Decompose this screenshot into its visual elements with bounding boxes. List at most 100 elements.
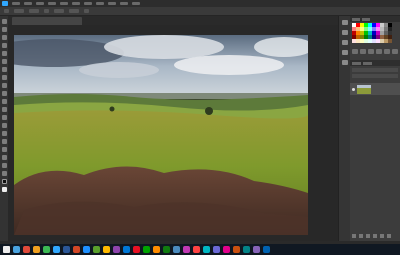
document-tab[interactable] <box>12 17 82 25</box>
exposure-icon[interactable] <box>376 49 382 54</box>
eraser-tool-icon[interactable] <box>1 99 7 104</box>
taskbar-app-icon[interactable] <box>113 246 120 253</box>
taskbar-app-icon[interactable] <box>53 246 60 253</box>
blend-mode-select[interactable] <box>352 74 398 78</box>
levels-icon[interactable] <box>360 49 366 54</box>
option-control[interactable] <box>29 9 39 13</box>
brush-tool-icon[interactable] <box>1 75 7 80</box>
brightness-icon[interactable] <box>352 49 358 54</box>
taskbar-app-icon[interactable] <box>143 246 150 253</box>
taskbar-app-icon[interactable] <box>213 246 220 253</box>
zoom-tool-icon[interactable] <box>1 171 7 176</box>
layer-filter-control[interactable] <box>352 68 398 72</box>
taskbar-app-icon[interactable] <box>193 246 200 253</box>
background-color-swatch[interactable] <box>1 187 7 192</box>
move-tool-icon[interactable] <box>1 19 7 24</box>
taskbar-app-icon[interactable] <box>103 246 110 253</box>
vibrance-icon[interactable] <box>384 49 390 54</box>
landscape-photo[interactable] <box>14 35 308 235</box>
taskbar-app-icon[interactable] <box>23 246 30 253</box>
clone-stamp-tool-icon[interactable] <box>1 83 7 88</box>
canvas-area[interactable] <box>8 25 338 241</box>
new-layer-icon[interactable] <box>380 234 384 238</box>
taskbar-app-icon[interactable] <box>253 246 260 253</box>
color-swatch[interactable] <box>388 39 392 43</box>
right-panels <box>350 16 400 241</box>
taskbar-app-icon[interactable] <box>263 246 270 253</box>
shape-tool-icon[interactable] <box>1 155 7 160</box>
start-icon[interactable] <box>3 246 10 253</box>
gradient-tool-icon[interactable] <box>1 107 7 112</box>
marquee-tool-icon[interactable] <box>1 27 7 32</box>
taskbar-app-icon[interactable] <box>133 246 140 253</box>
trash-icon[interactable] <box>387 234 391 238</box>
menu-filter[interactable] <box>84 2 92 5</box>
foreground-color-swatch[interactable] <box>1 179 7 184</box>
blur-tool-icon[interactable] <box>1 115 7 120</box>
menu-layer[interactable] <box>48 2 56 5</box>
layers-tab[interactable] <box>352 61 361 65</box>
menu-file[interactable] <box>12 2 20 5</box>
option-control[interactable] <box>44 9 49 13</box>
character-panel-icon[interactable] <box>341 50 348 55</box>
layer-row[interactable] <box>350 83 400 95</box>
option-control[interactable] <box>14 9 24 13</box>
taskbar-app-icon[interactable] <box>93 246 100 253</box>
menu-select[interactable] <box>72 2 80 5</box>
healing-brush-tool-icon[interactable] <box>1 67 7 72</box>
menu-image[interactable] <box>36 2 44 5</box>
adjustment-layer-icon[interactable] <box>373 234 377 238</box>
taskbar-app-icon[interactable] <box>33 246 40 253</box>
type-tool-icon[interactable] <box>1 139 7 144</box>
properties-panel-icon[interactable] <box>341 30 348 35</box>
paragraph-panel-icon[interactable] <box>341 60 348 65</box>
photoshop-app-icon[interactable] <box>2 1 8 6</box>
color-tab[interactable] <box>352 17 360 21</box>
adjustments-panel <box>350 47 400 56</box>
taskbar-app-icon[interactable] <box>243 246 250 253</box>
brush-panel-icon[interactable] <box>341 40 348 45</box>
option-control[interactable] <box>69 9 79 13</box>
taskbar-app-icon[interactable] <box>223 246 230 253</box>
taskbar-app-icon[interactable] <box>63 246 70 253</box>
taskbar-app-icon[interactable] <box>83 246 90 253</box>
eyedropper-tool-icon[interactable] <box>1 59 7 64</box>
taskbar-app-icon[interactable] <box>233 246 240 253</box>
hand-tool-icon[interactable] <box>1 163 7 168</box>
menu-help[interactable] <box>132 2 140 5</box>
lasso-tool-icon[interactable] <box>1 35 7 40</box>
taskbar-app-icon[interactable] <box>123 246 130 253</box>
link-icon[interactable] <box>352 234 356 238</box>
taskbar-app-icon[interactable] <box>13 246 20 253</box>
taskbar-app-icon[interactable] <box>153 246 160 253</box>
menu-3d[interactable] <box>96 2 104 5</box>
dodge-tool-icon[interactable] <box>1 123 7 128</box>
hue-saturation-icon[interactable] <box>392 49 398 54</box>
taskbar-app-icon[interactable] <box>203 246 210 253</box>
option-control[interactable] <box>84 9 89 13</box>
tools-panel <box>0 16 8 241</box>
taskbar-app-icon[interactable] <box>43 246 50 253</box>
menu-view[interactable] <box>108 2 116 5</box>
mask-icon[interactable] <box>366 234 370 238</box>
option-control[interactable] <box>54 9 64 13</box>
fx-icon[interactable] <box>359 234 363 238</box>
tool-preset-icon[interactable] <box>4 9 9 13</box>
menu-type[interactable] <box>60 2 68 5</box>
taskbar-app-icon[interactable] <box>183 246 190 253</box>
channels-tab[interactable] <box>363 61 372 65</box>
taskbar-app-icon[interactable] <box>163 246 170 253</box>
history-panel-icon[interactable] <box>341 20 348 25</box>
path-select-tool-icon[interactable] <box>1 147 7 152</box>
quick-select-tool-icon[interactable] <box>1 43 7 48</box>
crop-tool-icon[interactable] <box>1 51 7 56</box>
taskbar-app-icon[interactable] <box>173 246 180 253</box>
menu-window[interactable] <box>120 2 128 5</box>
menu-edit[interactable] <box>24 2 32 5</box>
eye-icon[interactable] <box>352 87 355 91</box>
swatches-tab[interactable] <box>362 17 370 21</box>
pen-tool-icon[interactable] <box>1 131 7 136</box>
taskbar-app-icon[interactable] <box>73 246 80 253</box>
curves-icon[interactable] <box>368 49 374 54</box>
history-brush-tool-icon[interactable] <box>1 91 7 96</box>
